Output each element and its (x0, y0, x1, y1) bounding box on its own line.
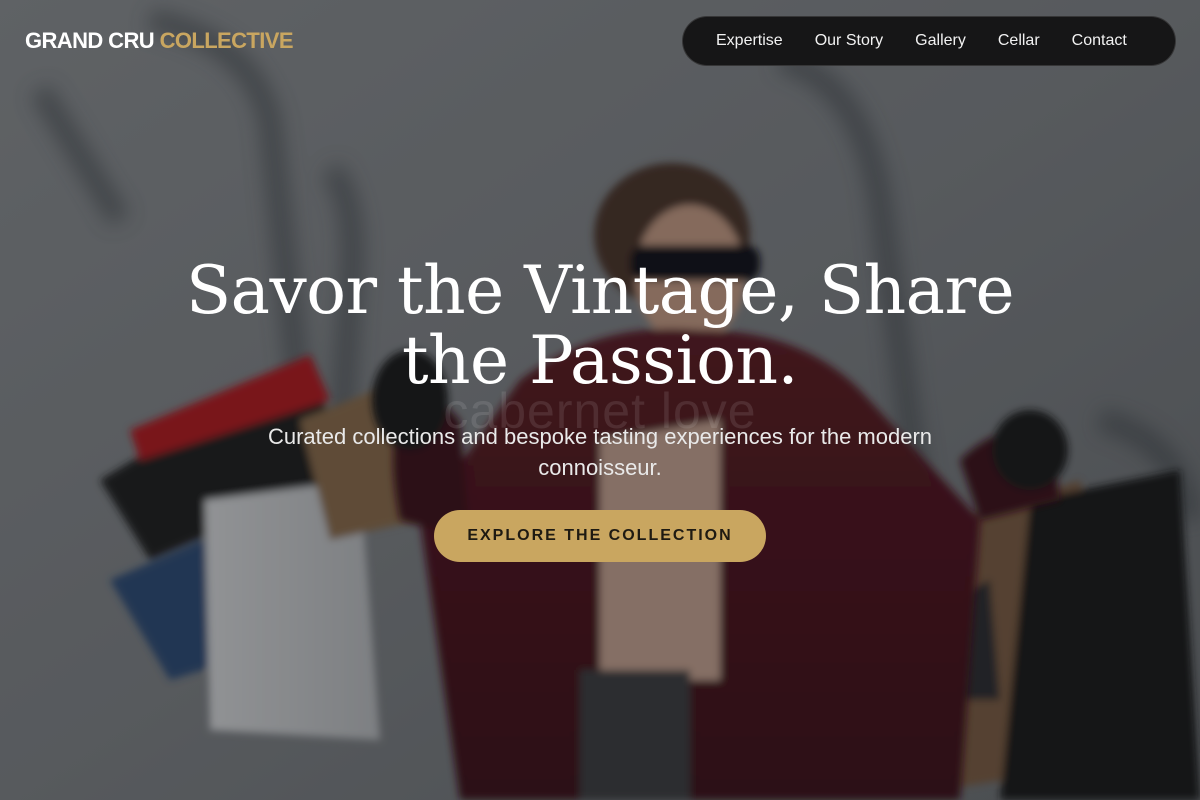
hero-headline: Savor the Vintage, Share the Passion. (150, 256, 1050, 396)
explore-collection-button[interactable]: EXPLORE THE COLLECTION (434, 510, 766, 562)
nav-item-expertise[interactable]: Expertise (716, 31, 783, 51)
hero-headline-line1: Savor the Vintage, Share (185, 252, 1015, 329)
nav-item-cellar[interactable]: Cellar (998, 31, 1040, 51)
nav-item-contact[interactable]: Contact (1072, 31, 1127, 51)
main-nav: Expertise Our Story Gallery Cellar Conta… (682, 16, 1176, 66)
site-logo[interactable]: GRAND CRU COLLECTIVE (25, 28, 294, 54)
logo-primary-text: GRAND CRU (25, 28, 155, 53)
nav-item-our-story[interactable]: Our Story (815, 31, 883, 51)
nav-item-gallery[interactable]: Gallery (915, 31, 966, 51)
hero-subtitle: Curated collections and bespoke tasting … (267, 424, 933, 480)
logo-accent-text: COLLECTIVE (159, 28, 294, 53)
